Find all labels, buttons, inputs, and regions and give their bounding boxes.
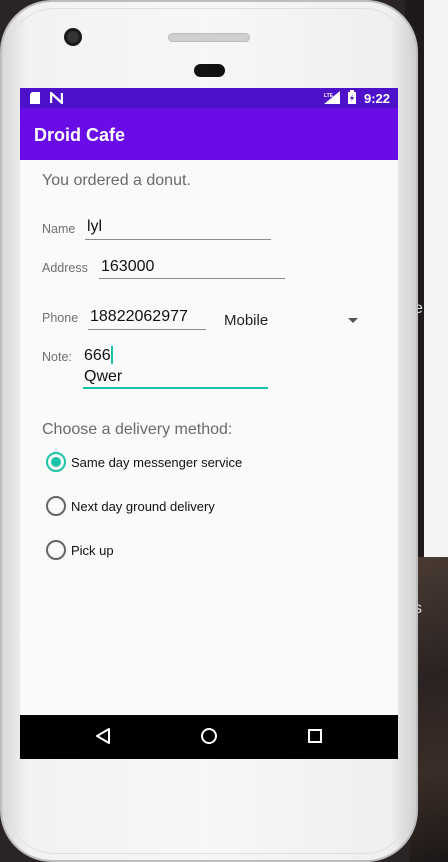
phone-field-underline <box>88 329 206 330</box>
radio-label: Next day ground delivery <box>71 498 215 514</box>
home-icon[interactable] <box>200 727 218 750</box>
svg-text:LTE: LTE <box>324 93 334 99</box>
earpiece <box>194 64 225 77</box>
name-field-underline <box>85 239 271 240</box>
phone-screen: LTE 9:22 Droid Cafe You ordered a donut.… <box>20 88 398 759</box>
status-time: 9:22 <box>363 91 390 106</box>
text-cursor <box>111 346 113 364</box>
delivery-option-next-day[interactable]: Next day ground delivery <box>46 494 215 518</box>
back-icon[interactable] <box>95 727 111 750</box>
radio-label: Same day messenger service <box>71 454 243 470</box>
speaker-slot <box>168 33 250 42</box>
delivery-option-same-day[interactable]: Same day messenger service <box>46 450 242 474</box>
address-field[interactable]: 163000 <box>101 258 154 276</box>
app-title: Droid Cafe <box>34 125 126 145</box>
radio-button[interactable] <box>46 540 66 560</box>
sd-card-icon <box>30 91 40 109</box>
front-camera <box>64 28 82 46</box>
note-field-line[interactable]: Qwer <box>84 368 122 386</box>
radio-button-checked[interactable] <box>46 452 66 472</box>
dropdown-arrow-icon[interactable] <box>348 318 358 323</box>
radio-label: Pick up <box>71 542 114 558</box>
address-field-underline <box>99 278 285 279</box>
app-bar: Droid Cafe <box>20 108 398 160</box>
notification-n-icon <box>49 90 64 109</box>
recents-icon[interactable] <box>308 729 322 748</box>
battery-icon <box>347 90 356 107</box>
radio-button[interactable] <box>46 496 66 516</box>
note-field-underline <box>83 387 268 389</box>
address-label: Address <box>42 261 88 275</box>
phone-label: Phone <box>42 311 79 325</box>
note-field-line[interactable]: 666 <box>84 347 111 365</box>
phone-field[interactable]: 18822062977 <box>90 308 188 326</box>
phone-frame: LTE 9:22 Droid Cafe You ordered a donut.… <box>0 0 418 862</box>
delivery-option-pick-up[interactable]: Pick up <box>46 538 114 562</box>
navigation-bar <box>20 715 398 759</box>
lte-signal-icon: LTE <box>323 90 340 107</box>
name-field[interactable]: lyl <box>87 218 102 236</box>
phone-type-dropdown[interactable]: Mobile <box>224 312 268 329</box>
desktop-backdrop-window <box>424 0 448 557</box>
status-bar: LTE 9:22 <box>20 88 398 108</box>
order-message: You ordered a donut. <box>42 172 191 189</box>
delivery-heading: Choose a delivery method: <box>42 421 233 438</box>
note-label: Note: <box>42 350 72 364</box>
name-label: Name <box>42 222 76 236</box>
